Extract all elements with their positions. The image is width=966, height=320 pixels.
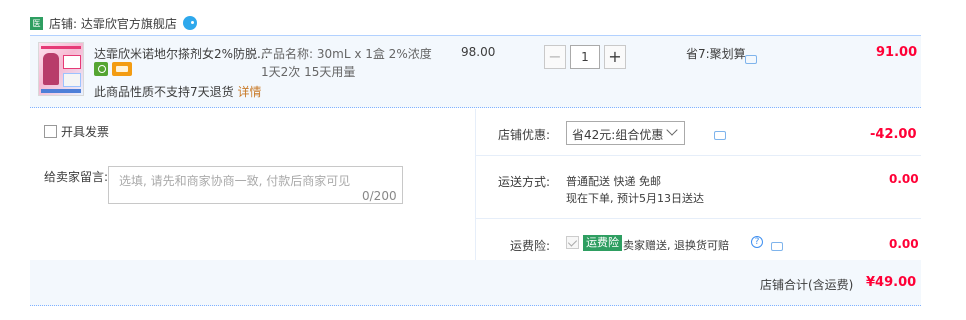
comment-icon[interactable] <box>770 242 783 251</box>
chat-icon[interactable] <box>182 16 197 30</box>
product-title[interactable]: 达霏欣米诺地尔搽剂女2%防脱... <box>94 45 268 62</box>
shipping-method: 普通配送 快递 免邮 <box>566 175 661 188</box>
return-notice: 此商品性质不支持7天退货 详情 <box>94 83 261 100</box>
invoice-checkbox[interactable] <box>44 125 57 138</box>
shipping-fee: 0.00 <box>889 172 919 186</box>
insurance-text: 卖家赠送, 退换货可赔 <box>623 239 729 252</box>
spec-line-2: 1天2次 15天用量 <box>261 65 356 79</box>
shop-discount: -42.00 <box>870 127 917 142</box>
help-icon[interactable]: ? <box>751 236 763 248</box>
product-spec: 产品名称: 30mL x 1盒 2%浓度 1天2次 15天用量 <box>261 45 432 81</box>
store-name[interactable]: 店铺: 达霏欣官方旗舰店 <box>49 15 177 32</box>
store-total-amount: ¥49.00 <box>866 275 917 290</box>
divider <box>476 155 921 156</box>
return-notice-text: 此商品性质不支持7天退货 <box>94 85 234 99</box>
insurance-badge: 运费险 <box>583 235 622 251</box>
comment-icon[interactable] <box>713 131 726 140</box>
increase-button[interactable]: + <box>604 45 626 69</box>
product-thumbnail[interactable] <box>38 42 84 96</box>
shop-promo-value[interactable]: 省42元:组合优惠 <box>572 126 663 143</box>
store-header: 医 店铺: 达霏欣官方旗舰店 <box>30 14 197 32</box>
delivery-estimate: 现在下单, 预计5月13日送达 <box>566 192 704 205</box>
shop-promo-label: 店铺优惠: <box>498 128 551 142</box>
quantity-stepper: − 1 + <box>544 45 626 69</box>
spec-line-1: 产品名称: 30mL x 1盒 2%浓度 <box>261 47 432 61</box>
store-total-label: 店铺合计(含运费) <box>760 278 854 292</box>
item-total: 91.00 <box>876 45 918 60</box>
memo-label: 给卖家留言: <box>44 170 109 184</box>
details-link[interactable]: 详情 <box>237 85 261 99</box>
decrease-button[interactable]: − <box>544 45 566 69</box>
shipping-label: 运送方式: <box>498 175 551 189</box>
invoice-option[interactable]: 开具发票 <box>44 123 109 140</box>
insurance-fee: 0.00 <box>889 237 919 251</box>
quantity-input[interactable]: 1 <box>570 45 600 69</box>
unit-price: 98.00 <box>461 45 496 59</box>
insurance-label: 运费险: <box>510 239 551 253</box>
payment-card-icon <box>112 62 132 76</box>
divider <box>476 218 921 219</box>
memo-char-count: 0/200 <box>362 189 397 203</box>
comment-icon[interactable] <box>745 55 757 64</box>
insurance-checkbox <box>566 236 579 249</box>
invoice-label: 开具发票 <box>61 125 110 139</box>
memo-placeholder: 选填, 请先和商家协商一致, 付款后商家可见 <box>119 174 351 188</box>
service-icon <box>94 62 108 76</box>
medical-store-icon: 医 <box>30 16 43 30</box>
promo-text: 省7:聚划算 <box>686 47 746 61</box>
